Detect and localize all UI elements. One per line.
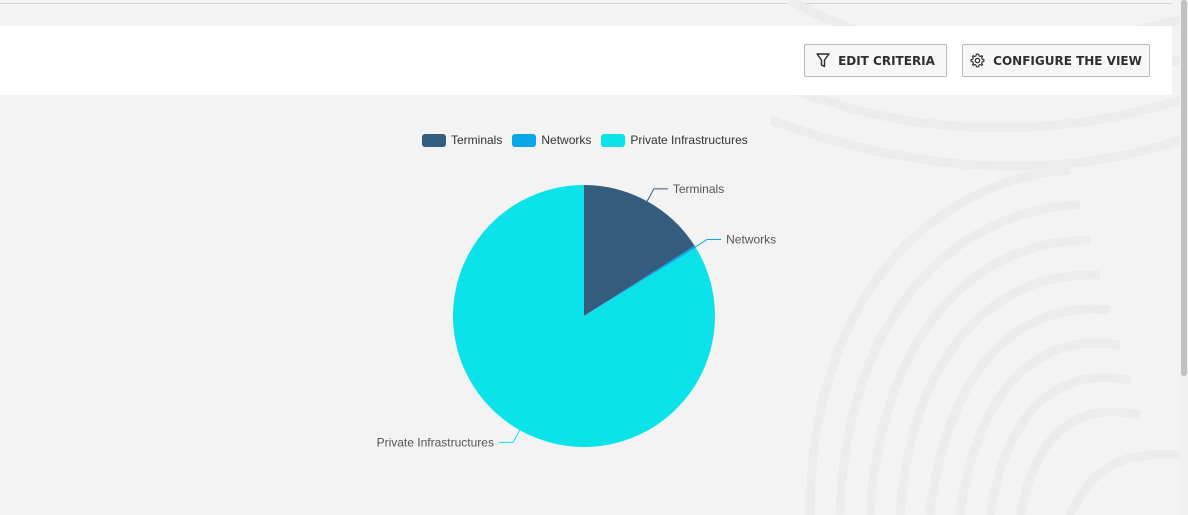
leader-line-private-infrastructures xyxy=(498,429,521,443)
app-page: EDIT CRITERIA CONFIGURE THE VIEW Termina… xyxy=(0,0,1188,515)
slice-label-networks: Networks xyxy=(726,232,776,246)
scrollbar-thumb[interactable] xyxy=(1181,0,1187,376)
vertical-scrollbar[interactable] xyxy=(1180,0,1188,515)
slice-label-private-infrastructures: Private Infrastructures xyxy=(377,435,494,449)
pie-chart: Terminals Networks Private Infrastructures xyxy=(377,182,777,449)
leader-line-networks xyxy=(694,238,722,248)
slice-label-terminals: Terminals xyxy=(673,182,724,196)
leader-line-terminals xyxy=(646,188,668,202)
